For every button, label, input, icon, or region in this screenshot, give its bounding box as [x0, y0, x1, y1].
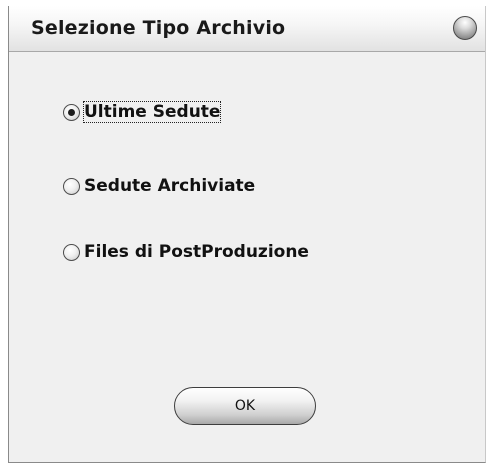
radio-dot-icon [68, 108, 75, 116]
dialog-window: Selezione Tipo Archivio Ultime Sedute Se… [8, 6, 486, 463]
radio-label-sedute-archiviate[interactable]: Sedute Archiviate [84, 176, 255, 196]
radio-label-files-postproduzione[interactable]: Files di PostProduzione [84, 242, 309, 262]
radio-option-sedute-archiviate[interactable]: Sedute Archiviate [63, 174, 255, 198]
ok-button[interactable]: OK [174, 387, 316, 425]
title-bar[interactable]: Selezione Tipo Archivio [9, 6, 485, 52]
radio-button-icon[interactable] [63, 177, 80, 195]
close-icon[interactable] [453, 16, 477, 40]
radio-option-files-postproduzione[interactable]: Files di PostProduzione [63, 240, 309, 264]
radio-option-ultime-sedute[interactable]: Ultime Sedute [63, 100, 222, 124]
radio-button-selected-icon[interactable] [63, 103, 80, 121]
radio-button-icon[interactable] [63, 243, 80, 261]
window-title: Selezione Tipo Archivio [31, 17, 286, 39]
radio-label-ultime-sedute[interactable]: Ultime Sedute [82, 101, 222, 123]
